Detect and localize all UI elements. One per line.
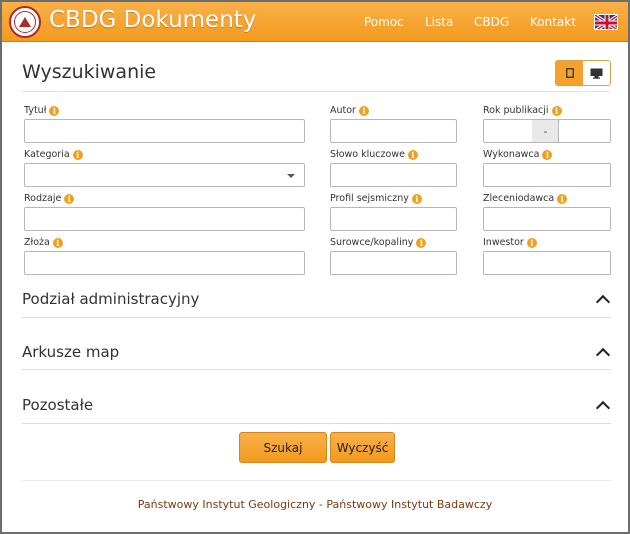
label-rodzaje: Rodzaje i xyxy=(24,193,75,204)
autor-input[interactable] xyxy=(330,119,457,143)
nav-link-kontakt[interactable]: Kontakt xyxy=(530,15,576,29)
info-icon[interactable]: i xyxy=(411,193,422,204)
info-icon[interactable]: i xyxy=(557,193,568,204)
zloza-input[interactable] xyxy=(24,251,305,275)
inwestor-input[interactable] xyxy=(483,251,611,275)
chevron-down-icon xyxy=(287,174,295,178)
info-icon[interactable]: i xyxy=(64,193,75,204)
profil-sejsmiczny-input[interactable] xyxy=(330,207,457,231)
rodzaje-input[interactable] xyxy=(24,207,305,231)
rok-do-input[interactable] xyxy=(558,119,611,143)
info-icon[interactable]: i xyxy=(49,105,60,116)
page-title: Wyszukiwanie xyxy=(22,61,157,83)
label-slowo-kluczowe: Słowo kluczowe i xyxy=(330,149,418,160)
monitor-icon xyxy=(590,68,603,79)
label-rok-publikacji: Rok publikacji i xyxy=(483,105,562,116)
section-divider xyxy=(22,423,611,424)
tytul-input[interactable] xyxy=(24,119,305,143)
search-button[interactable]: Szukaj xyxy=(239,432,327,463)
desktop-view-button[interactable] xyxy=(583,61,610,85)
clear-button[interactable]: Wyczyść xyxy=(330,432,395,463)
label-tytul: Tytuł i xyxy=(24,105,60,116)
chevron-up-icon[interactable] xyxy=(595,400,611,416)
slowo-kluczowe-input[interactable] xyxy=(330,163,457,187)
label-profil-sejsmiczny: Profil sejsmiczny i xyxy=(330,193,422,204)
section-divider xyxy=(22,369,611,370)
tablet-icon xyxy=(565,68,574,78)
info-icon[interactable]: i xyxy=(551,105,562,116)
wykonawca-input[interactable] xyxy=(483,163,611,187)
label-autor: Autor i xyxy=(330,105,369,116)
label-inwestor: Inwestor i xyxy=(483,237,537,248)
info-icon[interactable]: i xyxy=(542,149,553,160)
info-icon[interactable]: i xyxy=(526,237,537,248)
info-icon[interactable]: i xyxy=(72,149,83,160)
zleceniodawca-input[interactable] xyxy=(483,207,611,231)
section-divider xyxy=(22,317,611,318)
chevron-up-icon[interactable] xyxy=(595,347,611,363)
rok-range-separator: - xyxy=(532,119,559,143)
section-pozostale[interactable]: Pozostałe xyxy=(22,396,93,414)
browser-frame: CBDG Dokumenty Pomoc Lista CBDG Kontakt … xyxy=(0,0,630,534)
title-divider xyxy=(22,91,610,92)
mobile-view-button[interactable] xyxy=(556,61,583,85)
section-podzial-administracyjny[interactable]: Podział administracyjny xyxy=(22,290,199,308)
label-zleceniodawca: Zleceniodawca i xyxy=(483,193,568,204)
label-wykonawca: Wykonawca i xyxy=(483,149,553,160)
pig-logo-icon[interactable] xyxy=(9,6,41,38)
label-surowce-kopaliny: Surowce/kopaliny i xyxy=(330,237,427,248)
nav-link-lista[interactable]: Lista xyxy=(425,15,453,29)
chevron-up-icon[interactable] xyxy=(595,294,611,310)
label-zloza: Złoża i xyxy=(24,237,63,248)
info-icon[interactable]: i xyxy=(416,237,427,248)
top-navbar: CBDG Dokumenty Pomoc Lista CBDG Kontakt xyxy=(2,2,628,42)
nav-link-cbdg[interactable]: CBDG xyxy=(474,15,509,29)
info-icon[interactable]: i xyxy=(407,149,418,160)
app-title[interactable]: CBDG Dokumenty xyxy=(49,7,256,33)
label-kategoria: Kategoria i xyxy=(24,149,83,160)
rok-od-input[interactable] xyxy=(483,119,533,143)
info-icon[interactable]: i xyxy=(52,237,63,248)
section-arkusze-map[interactable]: Arkusze map xyxy=(22,343,119,361)
info-icon[interactable]: i xyxy=(358,105,369,116)
surowce-kopaliny-input[interactable] xyxy=(330,251,457,275)
nav-link-pomoc[interactable]: Pomoc xyxy=(364,15,404,29)
view-toggle xyxy=(555,60,611,86)
kategoria-select[interactable] xyxy=(24,163,305,187)
uk-flag-icon[interactable] xyxy=(594,14,618,30)
footer-text: Państwowy Instytut Geologiczny - Państwo… xyxy=(137,498,493,511)
footer-divider xyxy=(22,480,611,481)
